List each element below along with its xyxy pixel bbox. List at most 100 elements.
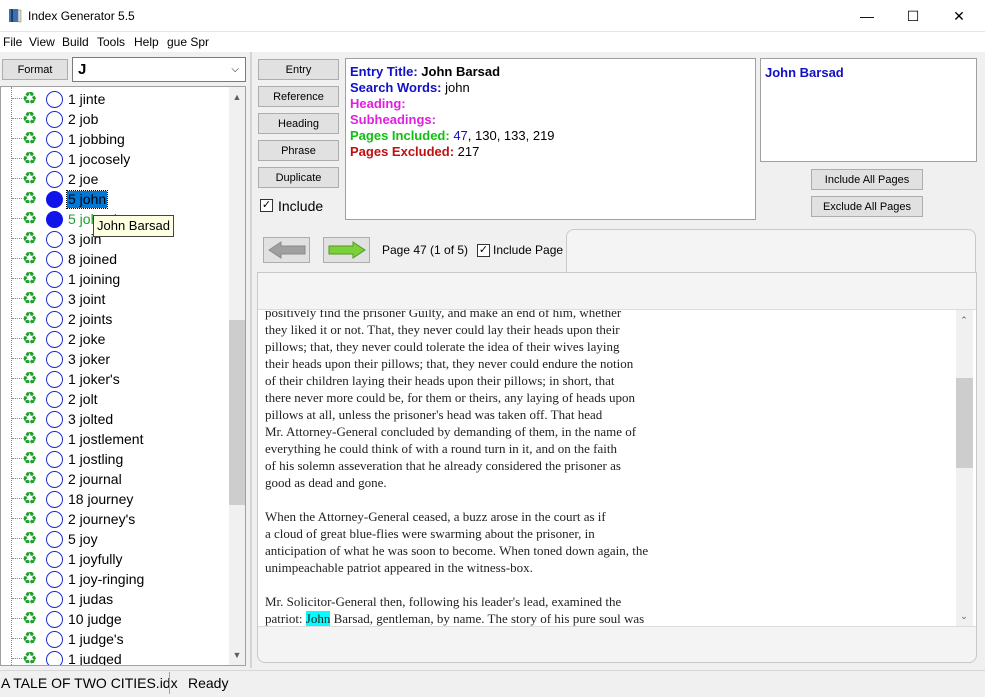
tree-scrollbar-thumb[interactable] xyxy=(229,320,245,505)
entry-circle-icon[interactable] xyxy=(46,351,63,368)
entry-circle-icon[interactable] xyxy=(46,131,63,148)
exclude-all-pages-button[interactable]: Exclude All Pages xyxy=(811,196,923,217)
entry-circle-icon[interactable] xyxy=(46,331,63,348)
entry-circle-icon[interactable] xyxy=(46,531,63,548)
tree-row[interactable]: ♻ 1 judged xyxy=(1,649,231,665)
text-scrollbar-thumb[interactable] xyxy=(956,378,973,468)
menu-help[interactable]: Help xyxy=(134,35,159,49)
entry-circle-icon[interactable] xyxy=(46,451,63,468)
entry-circle-filled-icon[interactable] xyxy=(46,191,63,208)
recycle-icon[interactable]: ♻ xyxy=(22,269,37,289)
entry-circle-icon[interactable] xyxy=(46,491,63,508)
entry-circle-icon[interactable] xyxy=(46,371,63,388)
recycle-icon[interactable]: ♻ xyxy=(22,549,37,569)
tree-row[interactable]: ♻ 1 judas xyxy=(1,589,231,609)
reference-button[interactable]: Reference xyxy=(258,86,339,107)
recycle-icon[interactable]: ♻ xyxy=(22,189,37,209)
recycle-icon[interactable]: ♻ xyxy=(22,469,37,489)
menu-tools[interactable]: Tools xyxy=(97,35,125,49)
entry-circle-icon[interactable] xyxy=(46,91,63,108)
format-button[interactable]: Format xyxy=(2,59,68,80)
tree-row[interactable]: ♻ 1 jobbing xyxy=(1,129,231,149)
tree-row[interactable]: ♻ 1 jostlement xyxy=(1,429,231,449)
scroll-down-icon[interactable]: ⌄ xyxy=(956,608,972,624)
recycle-icon[interactable]: ♻ xyxy=(22,289,37,309)
maximize-button[interactable]: ☐ xyxy=(890,0,936,32)
tree-row[interactable]: ♻ 2 journey's xyxy=(1,509,231,529)
recycle-icon[interactable]: ♻ xyxy=(22,329,37,349)
scroll-up-icon[interactable]: ⌃ xyxy=(956,312,972,328)
recycle-icon[interactable]: ♻ xyxy=(22,629,37,649)
tree-row[interactable]: ♻ 2 jolt xyxy=(1,389,231,409)
recycle-icon[interactable]: ♻ xyxy=(22,149,37,169)
tree-row[interactable]: ♻ 1 joining xyxy=(1,269,231,289)
tab-blank[interactable] xyxy=(566,229,976,273)
menu-build[interactable]: Build xyxy=(62,35,89,49)
entry-circle-icon[interactable] xyxy=(46,651,63,665)
heading-button[interactable]: Heading xyxy=(258,113,339,134)
page-link-current[interactable]: 47 xyxy=(453,128,467,143)
recycle-icon[interactable]: ♻ xyxy=(22,609,37,629)
tree-row[interactable]: ♻ 1 joker's xyxy=(1,369,231,389)
tree-row[interactable]: ♻ 2 joe xyxy=(1,169,231,189)
tree-row[interactable]: ♻ 1 jostling xyxy=(1,449,231,469)
include-all-pages-button[interactable]: Include All Pages xyxy=(811,169,923,190)
recycle-icon[interactable]: ♻ xyxy=(22,129,37,149)
entry-circle-icon[interactable] xyxy=(46,171,63,188)
recycle-icon[interactable]: ♻ xyxy=(22,389,37,409)
tree-row[interactable]: ♻ 2 joke xyxy=(1,329,231,349)
recycle-icon[interactable]: ♻ xyxy=(22,409,37,429)
entry-circle-icon[interactable] xyxy=(46,311,63,328)
tree-row[interactable]: ♻ 3 jolted xyxy=(1,409,231,429)
recycle-icon[interactable]: ♻ xyxy=(22,249,37,269)
recycle-icon[interactable]: ♻ xyxy=(22,529,37,549)
tree-row[interactable]: ♻ 2 journal xyxy=(1,469,231,489)
entry-circle-icon[interactable] xyxy=(46,391,63,408)
tree-row[interactable]: ♻ 1 joyfully xyxy=(1,549,231,569)
menu-view[interactable]: View xyxy=(29,35,55,49)
entry-circle-icon[interactable] xyxy=(46,431,63,448)
recycle-icon[interactable]: ♻ xyxy=(22,649,37,665)
tree-row[interactable]: ♻ 5 joy xyxy=(1,529,231,549)
menu-file[interactable]: File xyxy=(3,35,22,49)
recycle-icon[interactable]: ♻ xyxy=(22,209,37,229)
page-text[interactable]: positively find the prisoner Guilty, and… xyxy=(258,309,976,627)
entry-circle-icon[interactable] xyxy=(46,251,63,268)
close-button[interactable]: ✕ xyxy=(936,0,982,32)
word-tree[interactable]: ♻ 1 jinte ♻ 2 job ♻ 1 jobbing ♻ 1 jocosely ♻ 2 jo… xyxy=(0,86,246,666)
recycle-icon[interactable]: ♻ xyxy=(22,369,37,389)
tree-row[interactable]: ♻ 2 job xyxy=(1,109,231,129)
scroll-down-icon[interactable]: ▼ xyxy=(229,647,245,663)
tree-row[interactable]: ♻ 3 joint xyxy=(1,289,231,309)
entry-circle-icon[interactable] xyxy=(46,591,63,608)
previous-page-button[interactable] xyxy=(263,237,310,263)
recycle-icon[interactable]: ♻ xyxy=(22,89,37,109)
tree-row[interactable]: ♻ 3 joker xyxy=(1,349,231,369)
scroll-up-icon[interactable]: ▲ xyxy=(229,89,245,105)
recycle-icon[interactable]: ♻ xyxy=(22,229,37,249)
next-page-button[interactable] xyxy=(323,237,370,263)
recycle-icon[interactable]: ♻ xyxy=(22,109,37,129)
entry-circle-icon[interactable] xyxy=(46,151,63,168)
letter-select[interactable]: J ⌵ xyxy=(72,57,246,82)
include-page-checkbox[interactable]: ✓ xyxy=(477,244,490,257)
tree-row[interactable]: ♻ 8 joined xyxy=(1,249,231,269)
tree-row[interactable]: ♻ 5 john xyxy=(1,189,231,209)
recycle-icon[interactable]: ♻ xyxy=(22,349,37,369)
phrase-button[interactable]: Phrase xyxy=(258,140,339,161)
recycle-icon[interactable]: ♻ xyxy=(22,589,37,609)
tree-row[interactable]: ♻ 18 journey xyxy=(1,489,231,509)
recycle-icon[interactable]: ♻ xyxy=(22,169,37,189)
entry-circle-icon[interactable] xyxy=(46,231,63,248)
entry-circle-icon[interactable] xyxy=(46,411,63,428)
entry-button[interactable]: Entry xyxy=(258,59,339,80)
entry-circle-icon[interactable] xyxy=(46,291,63,308)
duplicate-button[interactable]: Duplicate xyxy=(258,167,339,188)
entry-circle-icon[interactable] xyxy=(46,111,63,128)
recycle-icon[interactable]: ♻ xyxy=(22,429,37,449)
entry-circle-icon[interactable] xyxy=(46,551,63,568)
entry-circle-icon[interactable] xyxy=(46,631,63,648)
entry-circle-icon[interactable] xyxy=(46,471,63,488)
entry-circle-icon[interactable] xyxy=(46,511,63,528)
panel-splitter[interactable] xyxy=(250,52,252,668)
